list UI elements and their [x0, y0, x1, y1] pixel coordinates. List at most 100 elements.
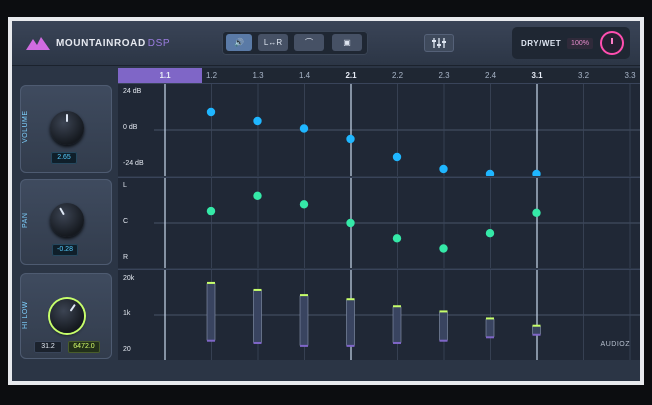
dry-wet-value[interactable]: 100% — [567, 38, 593, 49]
pan-point — [299, 200, 309, 209]
high-cut-handle — [253, 288, 262, 291]
filter-range-bar — [485, 318, 495, 338]
speaker-button[interactable]: 🔊 — [226, 34, 252, 51]
timeline-tick[interactable]: 1.1 — [159, 71, 170, 80]
timeline-tick[interactable]: 1.2 — [206, 71, 217, 80]
volume-knob-pointer — [66, 114, 68, 122]
l-to-r-label: L↔R — [263, 38, 283, 47]
timeline-tick[interactable]: 2.4 — [485, 71, 496, 80]
volume-panel: VOLUME 2.65 — [20, 85, 112, 173]
watermark: AUDIOZ — [600, 341, 630, 348]
pan-point — [532, 208, 541, 217]
dry-wet-section: DRY/WET 100% — [512, 27, 630, 59]
pan-lane-graph — [154, 178, 640, 268]
low-cut-handle — [300, 344, 308, 347]
pan-point — [346, 218, 355, 228]
high-cut-handle — [439, 310, 448, 313]
pan-point — [485, 229, 495, 238]
volume-zero-label: 0 dB — [123, 124, 138, 131]
pan-point — [439, 244, 448, 253]
curve-icon: ⌒ — [305, 38, 313, 47]
volume-max-label: 24 dB — [123, 88, 142, 95]
pan-point — [253, 191, 262, 200]
high-cut-value[interactable]: 6472.0 — [68, 341, 100, 353]
mixer-button[interactable] — [424, 34, 454, 52]
pan-knob[interactable] — [50, 203, 84, 237]
volume-point — [485, 169, 495, 176]
low-cut-handle — [532, 333, 541, 336]
low-cut-handle — [439, 339, 448, 342]
high-cut-handle — [393, 305, 401, 308]
filter-range-bar — [346, 298, 355, 347]
timeline-tick[interactable]: 1.4 — [299, 71, 310, 80]
pan-lane[interactable]: L C R — [118, 177, 640, 268]
low-cut-handle — [346, 344, 355, 347]
timeline-tick[interactable]: 3.2 — [578, 71, 589, 80]
hi-low-knob-pointer — [69, 303, 76, 312]
volume-point — [392, 152, 402, 162]
timeline-ruler[interactable]: 1.1 1.2 1.3 1.4 2.1 2.2 2.3 2.4 3.1 3.2 3.3 — [118, 68, 640, 83]
high-cut-handle — [486, 317, 494, 320]
pan-left-label: L — [123, 182, 127, 189]
hi-low-20k-label: 20k — [123, 275, 135, 282]
volume-knob[interactable] — [50, 111, 84, 145]
timeline-tick[interactable]: 2.3 — [438, 71, 449, 80]
brand: MOUNTAINROAD DSP — [56, 38, 170, 49]
toolbar: 🔊 L↔R ⌒ ▣ — [222, 31, 368, 55]
volume-value[interactable]: 2.65 — [51, 152, 77, 164]
dry-wet-label: DRY/WET — [521, 39, 562, 48]
hi-low-20-label: 20 — [123, 346, 131, 353]
filter-range-bar — [299, 294, 309, 347]
pan-point — [392, 234, 402, 243]
timeline-tick[interactable]: 3.3 — [624, 71, 635, 80]
volume-min-label: -24 dB — [123, 160, 144, 167]
low-cut-handle — [393, 341, 401, 344]
pan-value[interactable]: -0.28 — [52, 244, 78, 256]
sliders-icon — [432, 38, 446, 48]
timeline-tick[interactable]: 3.1 — [531, 71, 542, 80]
hi-low-knob[interactable] — [50, 299, 84, 333]
brand-name: MOUNTAINROAD — [56, 38, 146, 49]
high-cut-handle — [346, 298, 355, 301]
pan-panel: PAN -0.28 — [20, 179, 112, 265]
volume-point — [439, 164, 448, 174]
hi-low-lane[interactable]: 20k 1k 20 AUDIOZ — [118, 269, 640, 360]
plugin-window: MOUNTAINROADDSP 🔊 L↔R ⌒ ▣ DRY/WET 100% — [12, 21, 640, 381]
timeline-tick[interactable]: 1.3 — [252, 71, 263, 80]
high-cut-handle — [532, 324, 541, 327]
pan-knob-pointer — [59, 207, 65, 216]
hi-low-lane-graph — [154, 270, 640, 360]
hi-low-panel: HI LOW 31.2 6472.0 — [20, 273, 112, 359]
l-to-r-button[interactable]: L↔R — [258, 34, 288, 51]
high-cut-handle — [300, 294, 308, 297]
volume-point — [206, 107, 216, 117]
header: MOUNTAINROAD DSP 🔊 L↔R ⌒ ▣ DRY/WET 100% — [12, 21, 640, 66]
pan-right-label: R — [123, 254, 129, 261]
pan-title: PAN — [22, 212, 29, 228]
volume-lane[interactable]: 24 dB 0 dB -24 dB — [118, 83, 640, 176]
mountain-logo-icon — [26, 37, 50, 50]
curve-button[interactable]: ⌒ — [294, 34, 324, 51]
volume-point — [253, 116, 262, 126]
briefcase-button[interactable]: ▣ — [332, 34, 362, 51]
pan-center-label: C — [123, 218, 129, 225]
low-cut-handle — [207, 339, 215, 342]
speaker-icon: 🔊 — [234, 38, 244, 47]
hi-low-1k-label: 1k — [123, 310, 131, 317]
filter-range-bar — [532, 325, 541, 336]
hi-low-title: HI LOW — [22, 301, 29, 329]
timeline-tick[interactable]: 2.2 — [392, 71, 403, 80]
briefcase-icon: ▣ — [343, 38, 351, 47]
filter-range-bar — [206, 282, 216, 342]
timeline-tick[interactable]: 2.1 — [345, 71, 356, 80]
volume-point — [532, 169, 541, 176]
low-cut-handle — [486, 336, 494, 339]
volume-lane-graph — [154, 84, 640, 176]
volume-point — [346, 134, 355, 144]
filter-range-bar — [253, 289, 262, 344]
low-cut-value[interactable]: 31.2 — [34, 341, 62, 353]
pan-point — [206, 206, 216, 216]
low-cut-handle — [253, 341, 262, 344]
brand-suffix: DSP — [147, 38, 171, 49]
dry-wet-knob[interactable] — [600, 31, 624, 55]
